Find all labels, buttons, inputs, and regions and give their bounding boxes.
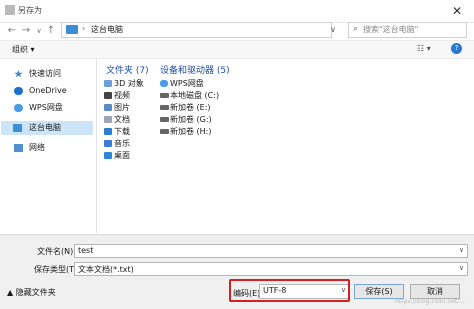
nav-item-quick-access[interactable]: 快速访问 bbox=[10, 67, 96, 81]
watermark: https://blog.csdn.net/... bbox=[395, 298, 465, 305]
window-title: 另存为 bbox=[18, 6, 42, 15]
title-bar: 另存为 ✕ bbox=[0, 0, 474, 23]
star-icon bbox=[14, 70, 23, 78]
nav-label: OneDrive bbox=[29, 86, 67, 95]
music-icon bbox=[104, 140, 112, 147]
filename-label: 文件名(N): bbox=[37, 247, 76, 256]
search-placeholder: 搜索"这台电脑" bbox=[363, 25, 419, 34]
nav-item-wps[interactable]: WPS网盘 bbox=[10, 101, 96, 115]
cloud-icon bbox=[14, 87, 23, 95]
recent-dropdown-icon[interactable]: ∨ bbox=[33, 24, 45, 38]
item-label: 视频 bbox=[114, 91, 130, 100]
item-label: 新加卷 (H:) bbox=[170, 127, 212, 136]
nav-item-network[interactable]: 网络 bbox=[10, 141, 96, 155]
drives-group-title[interactable]: 设备和驱动器 (5) bbox=[160, 63, 230, 76]
nav-item-this-pc[interactable]: 这台电脑 bbox=[1, 121, 93, 135]
drive-icon bbox=[160, 93, 169, 98]
view-options-icon[interactable]: ☷ ▾ bbox=[417, 44, 431, 53]
pictures-icon bbox=[104, 104, 112, 111]
item-label: 新加卷 (G:) bbox=[170, 115, 212, 124]
breadcrumb[interactable]: 这台电脑 bbox=[91, 24, 123, 35]
back-icon[interactable]: ← bbox=[6, 24, 18, 38]
item-label: WPS网盘 bbox=[170, 79, 204, 88]
3d-objects-icon bbox=[104, 80, 112, 87]
item-label: 图片 bbox=[114, 103, 130, 112]
item-label: 下载 bbox=[114, 127, 130, 136]
address-bar[interactable]: › 这台电脑 bbox=[61, 22, 332, 38]
cancel-button[interactable]: 取消 bbox=[410, 284, 460, 299]
nav-label: WPS网盘 bbox=[29, 103, 63, 112]
app-icon bbox=[5, 5, 15, 15]
address-dropdown-icon[interactable]: ∨ bbox=[327, 23, 339, 36]
up-icon[interactable]: ↑ bbox=[45, 24, 57, 38]
drive-icon bbox=[160, 129, 169, 134]
chevron-down-icon[interactable]: ∨ bbox=[459, 246, 464, 254]
item-label: 本地磁盘 (C:) bbox=[170, 91, 220, 100]
nav-label: 网络 bbox=[29, 143, 45, 152]
content-pane: 文件夹 (7) 3D 对象 视频 图片 文档 下载 音乐 桌面 设备和驱动器 (… bbox=[98, 59, 474, 234]
computer-icon bbox=[66, 25, 78, 34]
navigation-pane: 快速访问 OneDrive WPS网盘 这台电脑 网络 bbox=[0, 59, 97, 234]
chevron-down-icon[interactable]: ∨ bbox=[459, 264, 464, 272]
filetype-value: 文本文档(*.txt) bbox=[78, 265, 134, 274]
computer-icon bbox=[13, 124, 22, 132]
filetype-select[interactable]: 文本文档(*.txt) ∨ bbox=[74, 262, 468, 276]
search-icon: ⌕ bbox=[353, 24, 359, 34]
item-label: 新加卷 (E:) bbox=[170, 103, 211, 112]
nav-label: 快速访问 bbox=[29, 69, 61, 78]
toolbar: 组织 ▾ ☷ ▾ ? bbox=[0, 40, 474, 59]
item-label: 文档 bbox=[114, 115, 130, 124]
save-button[interactable]: 保存(S) bbox=[354, 284, 404, 299]
cloud-icon bbox=[14, 104, 23, 112]
item-label: 桌面 bbox=[114, 151, 130, 160]
video-icon bbox=[104, 92, 112, 99]
breadcrumb-separator: › bbox=[82, 24, 86, 33]
item-label: 3D 对象 bbox=[114, 79, 144, 88]
organize-button[interactable]: 组织 ▾ bbox=[12, 44, 35, 55]
cloud-drive-icon bbox=[160, 80, 168, 87]
search-input[interactable]: ⌕ 搜索"这台电脑" bbox=[348, 22, 467, 38]
drive-icon bbox=[160, 105, 169, 110]
documents-icon bbox=[104, 116, 112, 123]
network-icon bbox=[14, 144, 23, 152]
filename-field[interactable]: test ∨ bbox=[74, 244, 468, 258]
help-icon[interactable]: ? bbox=[451, 43, 462, 54]
folders-group-title[interactable]: 文件夹 (7) bbox=[106, 63, 149, 76]
filename-value: test bbox=[78, 246, 94, 255]
forward-icon[interactable]: → bbox=[20, 24, 32, 38]
hide-folders-toggle[interactable]: ▲ 隐藏文件夹 bbox=[7, 287, 56, 298]
desktop-icon bbox=[104, 152, 112, 159]
item-label: 音乐 bbox=[114, 139, 130, 148]
nav-label: 这台电脑 bbox=[29, 123, 61, 132]
encoding-highlight-box bbox=[229, 279, 350, 302]
drive-icon bbox=[160, 117, 169, 122]
filetype-label: 保存类型(T): bbox=[34, 265, 80, 274]
nav-item-onedrive[interactable]: OneDrive bbox=[10, 84, 96, 98]
downloads-icon bbox=[104, 128, 112, 135]
close-button[interactable]: ✕ bbox=[446, 2, 468, 20]
